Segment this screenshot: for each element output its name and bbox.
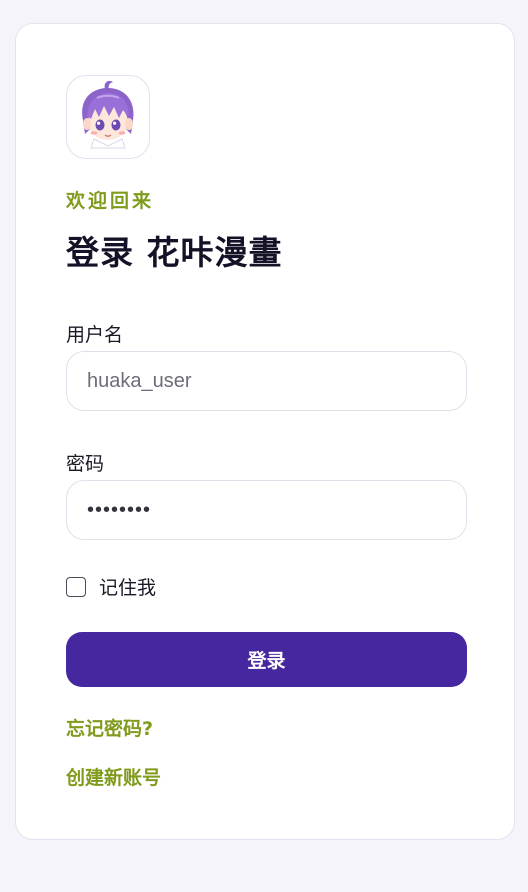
forgot-password-link[interactable]: 忘记密码? [66, 714, 153, 741]
password-label: 密码 [66, 453, 105, 475]
username-label: 用户名 [66, 324, 124, 346]
create-account-link[interactable]: 创建新账号 [66, 763, 161, 790]
remember-me-label: 记住我 [99, 577, 157, 599]
login-card: 欢迎回来 登录 花咔漫畫 用户名 密码 记住我 登录 忘记密码? 创建新账号 [15, 23, 515, 840]
anime-avatar-icon [82, 80, 134, 149]
password-input[interactable] [66, 480, 467, 540]
remember-me-checkbox[interactable] [66, 576, 86, 597]
login-button[interactable]: 登录 [66, 632, 467, 687]
page-title: 登录 花咔漫畫 [66, 233, 283, 272]
welcome-back-text: 欢迎回来 [66, 190, 155, 212]
remember-me-toggle[interactable]: 记住我 [66, 573, 156, 600]
username-input[interactable] [66, 351, 467, 411]
avatar [66, 75, 150, 159]
